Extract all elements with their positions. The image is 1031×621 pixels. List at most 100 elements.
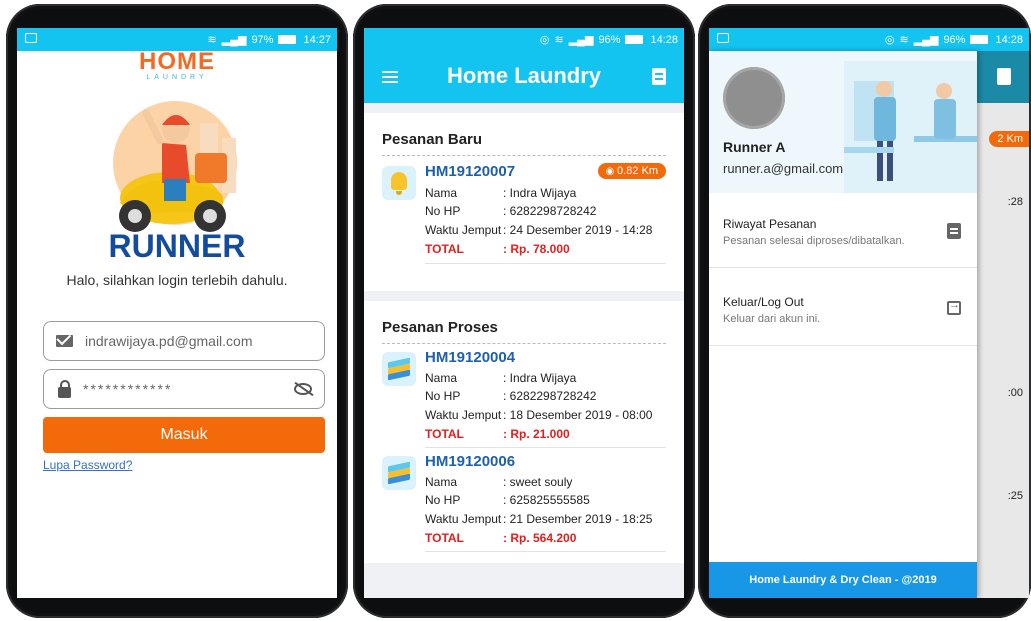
signal-icon: ▂▄▆ [221,34,247,46]
order-card[interactable]: HM19120007 0.82 Km Nama : Indra Wijaya No… [382,163,666,271]
password-field[interactable] [43,369,325,409]
location-icon: ◎ [539,34,550,46]
battery-icon [278,35,297,44]
app-bar: Home Laundry [364,51,684,103]
order-code: HM19120004 [425,349,516,366]
forgot-password-link[interactable]: Lupa Password? [43,458,132,472]
name-label: Nama [425,475,458,489]
orders-content: Pesanan Baru HM19120007 0.82 Km Nama : In… [364,103,684,598]
pickup-label: Waktu Jemput [425,223,502,237]
pickup-time: : 21 Desember 2019 - 18:25 [503,512,653,526]
order-card[interactable]: HM19120004 Nama : Indra Wijaya No HP : 628… [382,349,666,453]
navigation-drawer: Runner A runner.a@gmail.com Riwayat Pesa… [709,51,977,598]
drawer-header: Runner A runner.a@gmail.com [709,51,977,193]
pickup-label: Waktu Jemput [425,512,502,526]
divider [425,263,666,264]
order-code: HM19120007 [425,163,516,180]
section-title: Pesanan Baru [382,131,483,148]
battery-percent: 97% [251,33,274,46]
total-label: TOTAL [425,531,464,545]
user-name: Runner A [723,139,786,155]
ghost-text: :28 [1007,196,1023,208]
new-orders-section: Pesanan Baru HM19120007 0.82 Km Nama : In… [364,113,684,291]
customer-name: : Indra Wijaya [503,371,577,385]
app-logo: HOME LAUNDRY [17,48,337,81]
laundry-staff-illustration [844,61,977,193]
eye-off-icon[interactable] [294,383,312,395]
drawer-screen: 2 Km :28 :00 :25 ◎ ≋ ▂▄▆ 96% 14:28 Runne… [709,28,1029,598]
menu-item-logout[interactable]: Keluar/Log Out Keluar dari akun ini. [709,281,977,346]
divider [382,343,666,344]
status-bar: ◎ ≋ ▂▄▆ 96% 14:28 [709,28,1029,51]
lock-icon [58,379,71,398]
laundry-stack-icon [388,461,410,485]
phone-drawer: 2 Km :28 :00 :25 ◎ ≋ ▂▄▆ 96% 14:28 Runne… [698,4,1031,618]
wifi-icon: ≋ [207,34,217,46]
location-icon: ◎ [884,34,895,46]
order-total: : Rp. 564.200 [503,531,577,545]
pickup-time: : 18 Desember 2019 - 08:00 [503,408,653,422]
battery-percent: 96% [598,33,621,46]
wifi-icon: ≋ [899,34,909,46]
phone-orders: ◎ ≋ ▂▄▆ 96% 14:28 Home Laundry Pesanan B… [353,4,695,618]
status-bar: ◎ ≋ ▂▄▆ 96% 14:28 [364,28,684,51]
orders-screen: ◎ ≋ ▂▄▆ 96% 14:28 Home Laundry Pesanan B… [364,28,684,598]
gallery-icon [717,33,729,43]
total-label: TOTAL [425,242,464,256]
menu-item-title: Keluar/Log Out [723,295,804,309]
divider [425,447,666,448]
name-label: Nama [425,371,458,385]
email-field[interactable] [43,321,325,361]
order-icon [382,456,416,490]
ghost-text: :00 [1007,387,1023,399]
app-title: Home Laundry [446,63,602,88]
status-time: 14:27 [303,33,331,46]
page-title: RUNNER [108,228,246,264]
battery-icon [970,35,989,44]
menu-item-order-history[interactable]: Riwayat Pesanan Pesanan selesai diproses… [709,203,977,268]
customer-name: : sweet souly [503,475,573,489]
order-icon [382,352,416,386]
runner-scooter-illustration [113,101,237,232]
process-orders-section: Pesanan Proses HM19120004 Nama: Indra Wi… [364,301,684,563]
login-screen: ≋ ▂▄▆ 97% 14:27 HOME LAUNDRY RUNNER Halo… [17,28,337,598]
phone-label: No HP [425,389,461,403]
phone-label: No HP [425,204,461,218]
order-icon [382,166,416,200]
name-label: Nama [425,186,458,200]
greeting-text: Halo, silahkan login terlebih dahulu. [66,272,288,288]
distance-badge: 0.82 Km [597,163,666,179]
ghost-text: :25 [1007,490,1023,502]
battery-icon [625,35,644,44]
mail-icon [56,335,73,347]
menu-item-subtitle: Keluar dari akun ini. [723,313,821,325]
avatar [723,67,785,129]
menu-item-subtitle: Pesanan selesai diproses/dibatalkan. [723,235,905,247]
order-total: : Rp. 21.000 [503,427,570,441]
login-button[interactable]: Masuk [43,417,325,453]
order-code: HM19120006 [425,453,516,470]
customer-phone: : 6282298728242 [503,389,597,403]
document-icon [997,68,1011,85]
gallery-icon [25,33,37,43]
status-time: 14:28 [995,33,1023,46]
customer-name: : Indra Wijaya [503,186,577,200]
battery-percent: 96% [943,33,966,46]
drawer-footer: Home Laundry & Dry Clean - @2019 [709,562,977,598]
list-document-icon [947,223,961,239]
pickup-time: : 24 Desember 2019 - 14:28 [503,223,653,237]
laundry-stack-icon [388,357,410,381]
password-input[interactable] [81,380,285,398]
logo-sub: LAUNDRY [146,74,208,81]
status-time: 14:28 [650,33,678,46]
email-input[interactable] [83,332,287,350]
user-email: runner.a@gmail.com [723,161,844,176]
wifi-icon: ≋ [554,34,564,46]
document-icon[interactable] [652,68,666,85]
bell-icon [391,172,407,195]
order-card[interactable]: HM19120006 Nama: sweet souly No HP: 6258… [382,453,666,557]
signal-icon: ▂▄▆ [913,34,939,46]
menu-item-title: Riwayat Pesanan [723,217,817,231]
distance-badge-dimmed: 2 Km [989,131,1029,147]
customer-phone: : 625825555585 [503,493,590,507]
